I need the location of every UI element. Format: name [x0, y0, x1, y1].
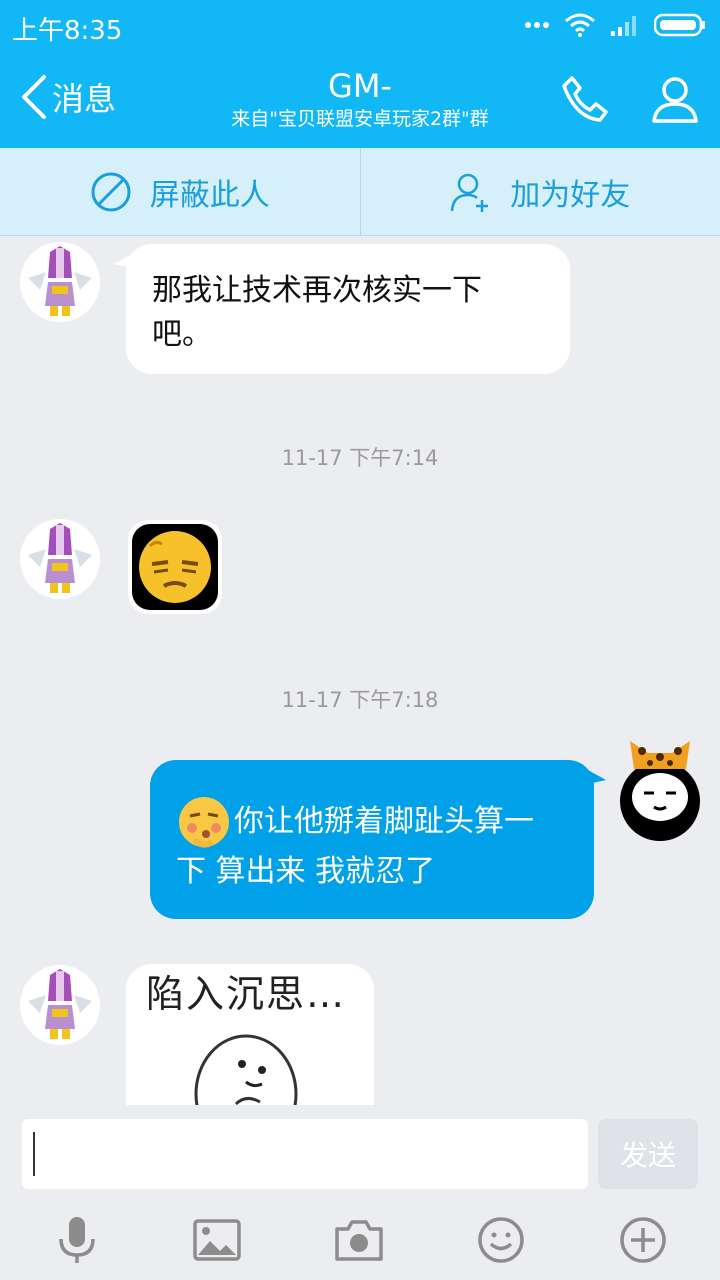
back-button[interactable]: 消息	[18, 72, 116, 122]
person-icon	[652, 77, 698, 123]
signal-icon	[611, 16, 636, 36]
battery-icon	[654, 13, 705, 37]
composer: 发送	[0, 1105, 720, 1280]
emoji-frame	[132, 524, 218, 610]
message-text-line: 那我让技术再次核实一下	[152, 273, 482, 308]
voice-button[interactable]	[50, 1213, 104, 1267]
wifi-icon	[565, 13, 595, 37]
message-text-line: 吧。	[152, 317, 212, 352]
send-button[interactable]: 发送	[598, 1119, 698, 1189]
chat-title: GM- 来自"宝贝联盟安卓玩家2群"群	[160, 66, 560, 132]
status-bar: 上午8:35	[0, 0, 720, 50]
camera-button[interactable]	[332, 1213, 386, 1267]
message-text-line: 下 算出来 我就忍了	[176, 854, 436, 889]
message-timestamp: 11-17 下午7:14	[281, 446, 439, 470]
sender-avatar[interactable]	[20, 242, 100, 322]
add-friend-button[interactable]: 加为好友	[361, 148, 720, 235]
smiley-icon	[478, 1217, 524, 1263]
message-list[interactable]: 那我让技术再次核实一下 吧。 11-17 下午7:14 11-17 下午7:18…	[0, 237, 720, 1105]
thinking-face-sticker-icon	[194, 1034, 298, 1105]
message-bubble-incoming[interactable]: 那我让技术再次核实一下 吧。	[114, 244, 570, 374]
phone-icon	[562, 76, 608, 122]
emoji-message[interactable]	[128, 520, 222, 614]
message-bubble-outgoing[interactable]: 你让他掰着脚趾头算一 下 算出来 我就忍了	[150, 760, 606, 919]
sticker-message[interactable]: 陷入沉思…	[126, 964, 374, 1105]
add-friend-icon	[451, 173, 489, 212]
message-input[interactable]	[22, 1119, 588, 1189]
message-timestamp: 11-17 下午7:18	[281, 688, 439, 712]
sender-avatar[interactable]	[20, 965, 100, 1045]
add-friend-label: 加为好友	[510, 177, 631, 213]
avatar-character-icon	[28, 969, 92, 1039]
camera-icon	[335, 1220, 383, 1261]
chat-title-name: GM-	[328, 67, 392, 105]
sender-avatar[interactable]	[20, 519, 100, 599]
nav-bar: 消息 GM- 来自"宝贝联盟安卓玩家2群"群	[0, 50, 720, 148]
stranger-action-bar: 屏蔽此人 加为好友	[0, 148, 720, 236]
more-button[interactable]	[616, 1213, 670, 1267]
emoji-button[interactable]	[474, 1213, 528, 1267]
message-first-line: 你让他掰着脚趾头算一	[176, 794, 568, 850]
panda-hat-avatar-icon	[620, 741, 700, 841]
message-text-line: 你让他掰着脚趾头算一	[234, 804, 534, 839]
more-dots-icon	[525, 22, 549, 28]
profile-button[interactable]	[648, 72, 702, 126]
avatar-character-icon	[28, 246, 92, 316]
plus-circle-icon	[620, 1217, 666, 1263]
text-caret	[33, 1132, 35, 1176]
image-button[interactable]	[190, 1213, 244, 1267]
call-button[interactable]	[558, 72, 612, 126]
sticker-caption: 陷入沉思…	[146, 972, 347, 1016]
blushing-emoji-icon	[179, 797, 229, 848]
chat-title-subtitle: 来自"宝贝联盟安卓玩家2群"群	[231, 108, 489, 130]
title-bar: 上午8:35 消息 GM- 来自"宝贝联盟安卓玩家2群"群	[0, 0, 720, 148]
face-emoji-icon	[139, 531, 211, 603]
avatar-character-icon	[28, 523, 92, 593]
picture-icon	[193, 1219, 241, 1261]
back-label: 消息	[52, 80, 117, 118]
status-icons	[524, 12, 706, 38]
microphone-icon	[59, 1217, 95, 1263]
status-time: 上午8:35	[12, 16, 123, 46]
self-avatar[interactable]	[620, 737, 700, 841]
block-label: 屏蔽此人	[149, 177, 270, 213]
chevron-left-icon	[22, 75, 46, 119]
block-button[interactable]: 屏蔽此人	[0, 148, 360, 235]
block-icon	[91, 172, 131, 211]
